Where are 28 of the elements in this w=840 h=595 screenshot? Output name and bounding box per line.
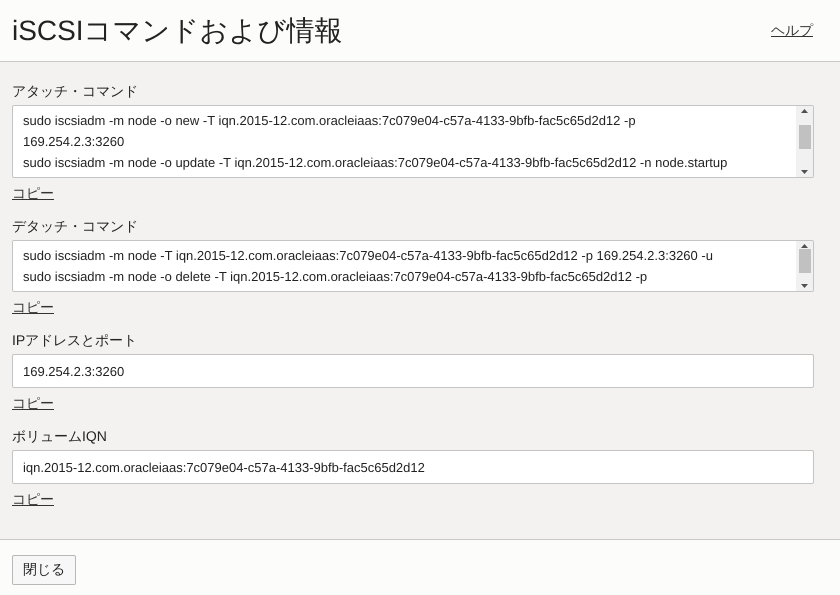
command-line: sudo iscsiadm -m node -o new -T iqn.2015-12.com.oracleiaas:7c079e04-c57a-4133-9bfb-fac5c65d2d12 -p (23, 112, 637, 130)
scrollbar[interactable] (796, 241, 813, 291)
field-label: アタッチ・コマンド (12, 82, 139, 100)
command-line: sudo iscsiadm -m node -T iqn.2015-12.com.oracleiaas:7c079e04-c57a-4133-9bfb-fac5c65d2d12 -p 169.254.2.3:3260 -u (23, 247, 714, 265)
copy-link[interactable]: コピー (12, 299, 54, 315)
input-field[interactable]: 169.254.2.3:3260 (12, 354, 814, 388)
close-button[interactable]: 閉じる (12, 555, 76, 585)
scroll-down-arrow-icon[interactable] (801, 284, 808, 288)
field-label: デタッチ・コマンド (12, 217, 139, 235)
dialog-title: iSCSIコマンドおよび情報 (12, 14, 343, 48)
copy-link[interactable]: コピー (12, 395, 54, 411)
scroll-down-arrow-icon[interactable] (801, 170, 808, 174)
command-line: sudo iscsiadm -m node -o delete -T iqn.2015-12.com.oracleiaas:7c079e04-c57a-4133-9bfb-fac5c65d2d12 -p (23, 268, 648, 286)
scroll-up-arrow-icon[interactable] (801, 244, 808, 248)
command-line: 169.254.2.3:3260 (23, 133, 126, 151)
field-label: IPアドレスとポート (12, 331, 138, 349)
command-line: sudo iscsiadm -m node -o update -T iqn.2015-12.com.oracleiaas:7c079e04-c57a-4133-9bfb-fac5c65d2d12 -n node.startup (23, 154, 728, 172)
command-text-area[interactable] (12, 105, 814, 178)
scrollbar-thumb[interactable] (798, 249, 810, 273)
help-link[interactable]: ヘルプ (771, 22, 813, 40)
field-label: ボリュームIQN (12, 427, 108, 445)
scroll-up-arrow-icon[interactable] (801, 109, 808, 113)
input-field[interactable]: iqn.2015-12.com.oracleiaas:7c079e04-c57a-4133-9bfb-fac5c65d2d12 (12, 450, 814, 484)
copy-link[interactable]: コピー (12, 185, 54, 201)
command-text-area[interactable] (12, 240, 814, 292)
copy-link[interactable]: コピー (12, 491, 54, 507)
scrollbar-thumb[interactable] (798, 124, 810, 148)
scrollbar[interactable] (796, 106, 813, 177)
